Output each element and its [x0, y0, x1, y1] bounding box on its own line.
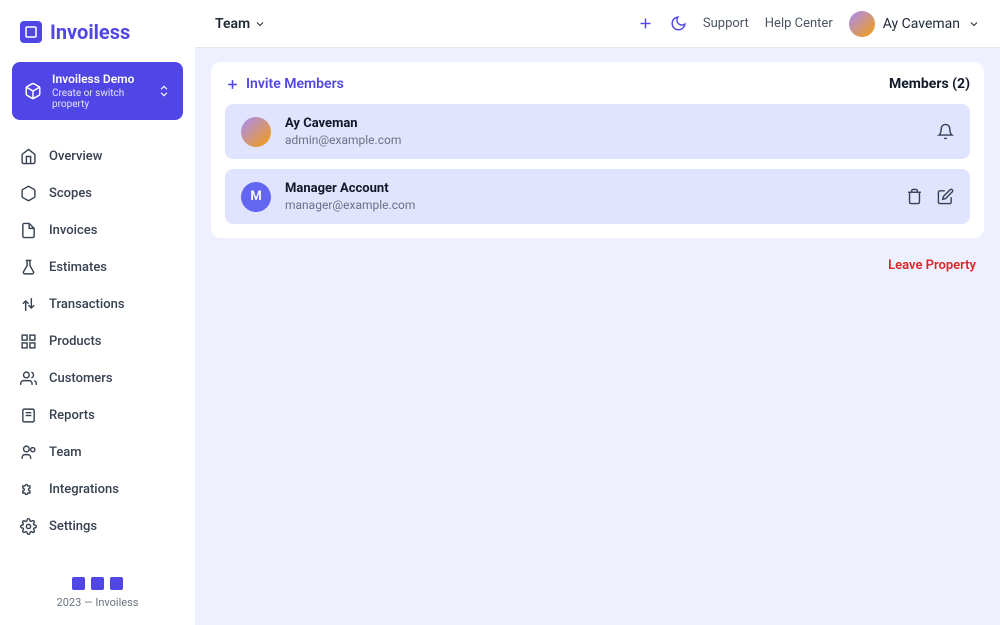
sidebar-item-transactions[interactable]: Transactions: [12, 286, 183, 323]
box-icon: [20, 185, 37, 202]
team-icon: [20, 444, 37, 461]
avatar: [849, 11, 875, 37]
sidebar-item-label: Settings: [49, 519, 97, 534]
members-card: Invite Members Members (2) Ay Caveman ad…: [211, 62, 984, 238]
brand-name: Invoiless: [50, 20, 130, 44]
linkedin-icon[interactable]: [110, 577, 123, 590]
invite-members-button[interactable]: Invite Members: [225, 76, 344, 92]
puzzle-icon: [20, 481, 37, 498]
chevrons-up-down-icon: [157, 84, 171, 98]
topbar: Team Support Help Center Ay Caveman: [195, 0, 1000, 48]
copyright: 2023 — Invoiless: [12, 596, 183, 609]
chevron-down-icon: [254, 18, 266, 30]
sidebar-item-label: Integrations: [49, 482, 119, 497]
moon-icon[interactable]: [670, 15, 687, 32]
gear-icon: [20, 518, 37, 535]
sidebar-item-invoices[interactable]: Invoices: [12, 212, 183, 249]
sidebar-item-team[interactable]: Team: [12, 434, 183, 471]
member-row: Ay Caveman admin@example.com: [225, 104, 970, 159]
users-icon: [20, 370, 37, 387]
sidebar-item-label: Team: [49, 445, 82, 460]
facebook-icon[interactable]: [91, 577, 104, 590]
property-name: Invoiless Demo: [52, 72, 147, 88]
sidebar-item-estimates[interactable]: Estimates: [12, 249, 183, 286]
user-name: Ay Caveman: [883, 16, 960, 32]
sidebar-item-integrations[interactable]: Integrations: [12, 471, 183, 508]
avatar: M: [241, 182, 271, 212]
page-title: Team: [215, 16, 250, 32]
sidebar-item-overview[interactable]: Overview: [12, 138, 183, 175]
plus-icon: [225, 77, 240, 92]
sidebar-item-label: Customers: [49, 371, 113, 386]
cube-icon: [24, 82, 42, 100]
arrows-up-down-icon: [20, 296, 37, 313]
sidebar-item-label: Transactions: [49, 297, 125, 312]
member-name: Manager Account: [285, 181, 906, 196]
sidebar-item-label: Invoices: [49, 223, 97, 238]
brand-logo[interactable]: Invoiless: [12, 16, 183, 62]
user-menu[interactable]: Ay Caveman: [849, 11, 980, 37]
logo-icon: [20, 21, 42, 43]
sidebar-item-reports[interactable]: Reports: [12, 397, 183, 434]
help-center-link[interactable]: Help Center: [765, 16, 833, 31]
member-name: Ay Caveman: [285, 116, 937, 131]
property-switcher[interactable]: Invoiless Demo Create or switch property: [12, 62, 183, 120]
report-icon: [20, 407, 37, 424]
avatar: [241, 117, 271, 147]
files-icon: [20, 222, 37, 239]
page-title-dropdown[interactable]: Team: [215, 16, 266, 32]
member-row: M Manager Account manager@example.com: [225, 169, 970, 224]
member-email: manager@example.com: [285, 198, 906, 212]
sidebar-item-customers[interactable]: Customers: [12, 360, 183, 397]
sidebar-item-label: Overview: [49, 149, 102, 164]
home-icon: [20, 148, 37, 165]
sidebar-item-scopes[interactable]: Scopes: [12, 175, 183, 212]
property-subtitle: Create or switch property: [52, 88, 147, 110]
social-links: [12, 577, 183, 590]
sidebar-item-settings[interactable]: Settings: [12, 508, 183, 545]
sidebar-item-products[interactable]: Products: [12, 323, 183, 360]
flask-icon: [20, 259, 37, 276]
bell-icon[interactable]: [937, 123, 954, 140]
grid-icon: [20, 333, 37, 350]
trash-icon[interactable]: [906, 188, 923, 205]
sidebar-item-label: Reports: [49, 408, 95, 423]
member-email: admin@example.com: [285, 133, 937, 147]
invite-label: Invite Members: [246, 76, 344, 92]
sidebar-item-label: Products: [49, 334, 101, 349]
twitter-icon[interactable]: [72, 577, 85, 590]
edit-icon[interactable]: [937, 188, 954, 205]
leave-property-button[interactable]: Leave Property: [211, 258, 984, 273]
sidebar-item-label: Scopes: [49, 186, 92, 201]
plus-icon[interactable]: [637, 15, 654, 32]
members-count: Members (2): [889, 76, 970, 92]
support-link[interactable]: Support: [703, 16, 749, 31]
sidebar-nav: Overview Scopes Invoices Estimates Trans…: [12, 138, 183, 569]
chevron-down-icon: [968, 18, 980, 30]
sidebar-item-label: Estimates: [49, 260, 107, 275]
